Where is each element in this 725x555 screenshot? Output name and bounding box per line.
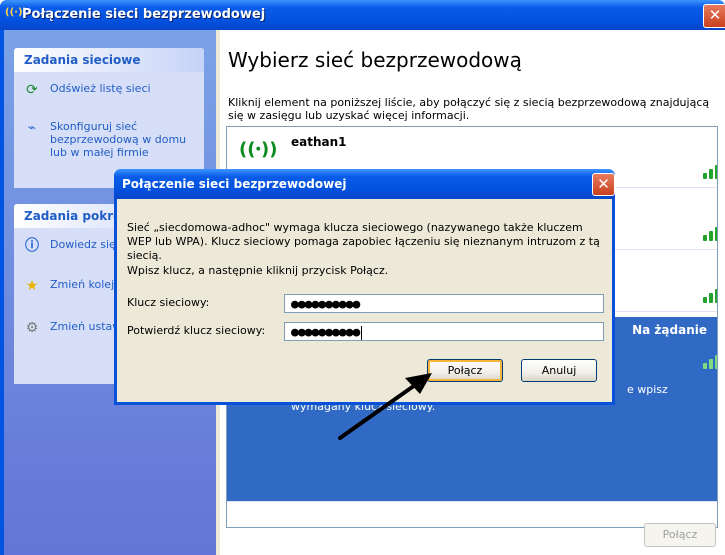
pointer-arrow-icon — [338, 373, 432, 440]
